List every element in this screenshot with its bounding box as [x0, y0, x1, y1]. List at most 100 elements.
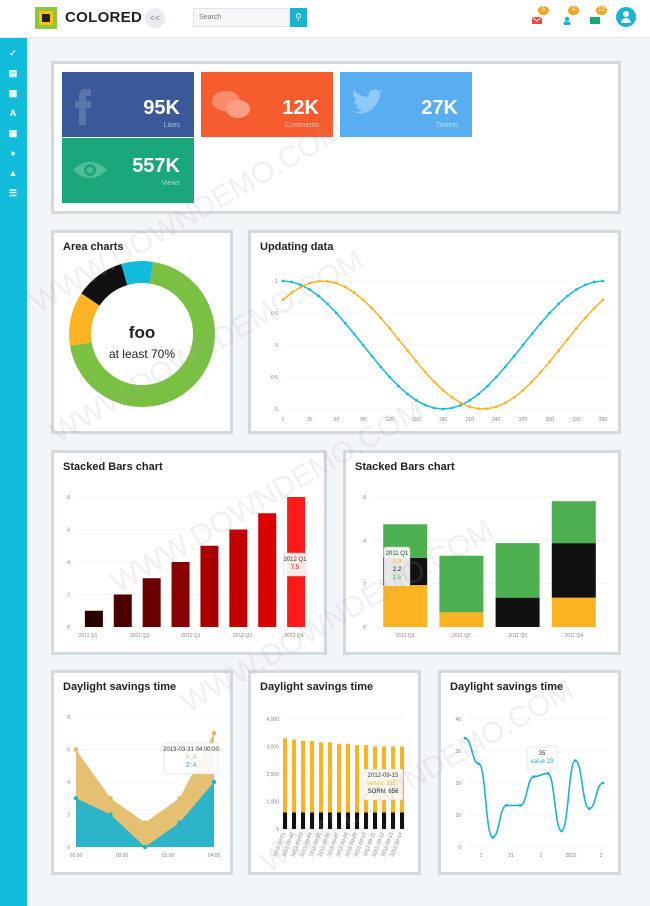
data-point [583, 316, 587, 320]
data-point [388, 327, 392, 330]
data-point [468, 399, 472, 402]
file-icon[interactable]: ▤ [8, 68, 18, 78]
search-button[interactable]: ⚲ [290, 8, 307, 27]
donut-center-title: foo [128, 323, 156, 342]
stacked-bar-segment [439, 612, 484, 627]
x-tick-label: 150 [412, 417, 421, 423]
dst-panel-3: Daylight savings time 40 30 20 10 0 1 21 1 2022 3… [438, 670, 621, 875]
dst-panel-2: Daylight savings time 4,000 3,000 2,000 1,0… [248, 670, 421, 875]
data-point [326, 279, 329, 283]
x-tick-label: 2022 [565, 853, 576, 859]
data-point [432, 380, 436, 384]
bar [310, 812, 315, 829]
data-point [532, 775, 536, 778]
bar [319, 812, 324, 829]
list-icon[interactable]: ☰ [8, 188, 18, 198]
facebook-tile[interactable]: 95K Likes [62, 72, 194, 137]
calendar-icon[interactable]: ▦ [8, 128, 18, 138]
panel-title: Stacked Bars chart [355, 461, 455, 473]
avatar[interactable] [616, 7, 636, 27]
x-tick-label: 270 [519, 417, 528, 423]
map-marker-icon[interactable]: ● [8, 148, 18, 158]
users-notification-button[interactable]: 4 [562, 6, 579, 25]
search-input[interactable] [193, 8, 290, 27]
tooltip-label: 7.5 [291, 565, 300, 571]
data-point [388, 375, 392, 379]
data-point [494, 375, 498, 379]
y-tick-label: 4 [363, 538, 366, 544]
eye-icon [73, 162, 107, 178]
top-bar: COLORED << ⚲ 5 4 12 [0, 0, 650, 38]
data-point [423, 403, 427, 407]
views-tile[interactable]: 557K Views [62, 138, 194, 203]
y-tick-label: 8 [67, 495, 70, 501]
tooltip-label: 1.9 [393, 559, 402, 565]
comments-tile[interactable]: 12K Comments [201, 72, 333, 137]
data-point [299, 285, 303, 289]
data-point [211, 779, 217, 785]
bar [364, 812, 369, 829]
twitter-tile[interactable]: 27K Tweets [340, 72, 472, 137]
stacked-bar-segment [439, 555, 484, 613]
tasks-button[interactable]: 12 [590, 6, 607, 24]
bar [142, 578, 161, 627]
tweets-label: Tweets [435, 122, 458, 129]
sidebar-toggle-button[interactable]: << [145, 8, 165, 28]
data-point [468, 405, 472, 409]
x-tick-label: 90 [360, 417, 366, 423]
check-icon[interactable]: ✓ [8, 48, 18, 58]
x-tick-label: 2011 Q3 [508, 633, 527, 639]
x-tick-label: 2012 Q4 [284, 633, 303, 639]
data-point [352, 291, 356, 294]
data-point [281, 279, 285, 283]
panel-title: Area charts [63, 241, 124, 253]
data-point [601, 279, 605, 283]
x-tick-label: 120 [385, 417, 394, 423]
x-tick-label: 240 [492, 417, 501, 423]
x-tick-label: 210 [465, 417, 474, 423]
data-point [459, 401, 463, 405]
font-icon[interactable]: A [8, 108, 18, 118]
data-point [379, 316, 383, 320]
data-point [73, 796, 79, 801]
donut-slice [81, 264, 128, 307]
donut-center-subtitle: at least 70% [108, 347, 176, 361]
data-point [361, 343, 365, 347]
x-tick-label: 180 [439, 417, 448, 423]
data-point [334, 311, 338, 315]
data-point [477, 407, 480, 411]
bar [292, 812, 297, 829]
y-tick-label: 4,000 [266, 717, 279, 723]
data-point [73, 747, 79, 752]
y-tick-label: 2 [67, 593, 70, 599]
warning-icon[interactable]: ▲ [8, 168, 18, 178]
data-point [505, 804, 508, 807]
data-point [441, 388, 445, 392]
donut-chart [69, 261, 215, 407]
bar-chart: 4,0003,0002,0001,00002012-09-012012-09-0… [266, 717, 405, 858]
data-point [574, 327, 578, 330]
tooltip-label: 35 [539, 751, 546, 757]
tooltip-label: 2013-03-31 04:00:00 [163, 747, 219, 753]
x-tick-label: 0 [282, 417, 285, 423]
logo-icon [35, 7, 57, 29]
data-point [290, 291, 294, 294]
data-point [546, 772, 550, 775]
donut-slice [121, 261, 153, 286]
data-point [574, 288, 578, 291]
tasks-icon [590, 17, 600, 24]
tweets-count: 27K [421, 97, 458, 119]
chart-icon[interactable]: ▩ [8, 88, 18, 98]
y-tick-label: 8 [363, 495, 366, 501]
tooltip-label: 2012-09-15 [368, 773, 399, 779]
data-point [557, 349, 560, 352]
messages-button[interactable]: 5 [531, 6, 549, 24]
data-point [557, 302, 560, 306]
tasks-badge: 12 [596, 6, 607, 15]
bar [258, 513, 277, 627]
data-point [587, 807, 591, 810]
data-point [432, 406, 436, 410]
tooltip-label: Z: 4 [186, 763, 197, 769]
tooltip-label: value 23 [531, 759, 554, 765]
bar [171, 562, 190, 627]
